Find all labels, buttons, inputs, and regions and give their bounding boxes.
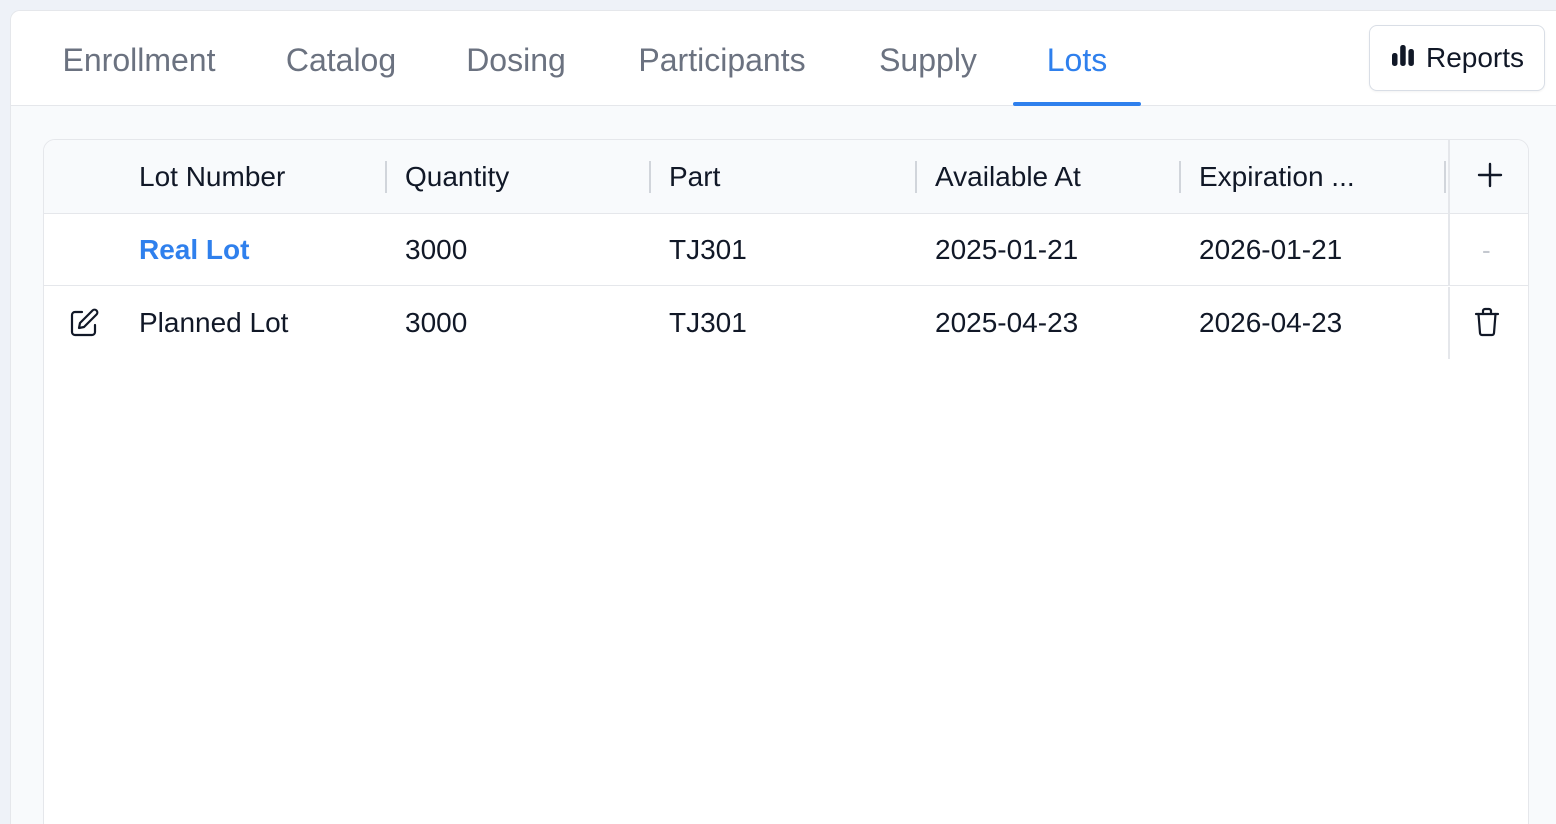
- column-header-part[interactable]: Part: [669, 140, 720, 214]
- tab-participants[interactable]: Participants: [633, 11, 811, 106]
- edit-lot-button[interactable]: [66, 307, 102, 343]
- cell-quantity: 3000: [405, 307, 468, 338]
- reports-label: Reports: [1425, 42, 1525, 73]
- table-row: Planned Lot 3000 TJ301 2025-04-23 2026-0…: [44, 287, 1528, 359]
- cell-lot-number: Planned Lot: [139, 307, 289, 338]
- column-resize-handle[interactable]: [649, 161, 651, 193]
- tab-dosing[interactable]: Dosing: [463, 11, 569, 106]
- cell-available-at: 2025-01-21: [935, 234, 1079, 265]
- reports-button[interactable]: Reports: [1369, 25, 1545, 91]
- trash-icon: [1473, 307, 1501, 342]
- column-resize-handle[interactable]: [1444, 161, 1446, 193]
- column-resize-handle[interactable]: [915, 161, 917, 193]
- app-frame: Enrollment Catalog Dosing Participants S…: [10, 10, 1556, 824]
- pinned-column-divider: [1448, 287, 1450, 359]
- lots-table: Lot Number Quantity Part Available At Ex…: [43, 139, 1529, 824]
- column-header-lot-number[interactable]: Lot Number: [139, 140, 285, 214]
- lot-number-link[interactable]: Real Lot: [139, 214, 249, 286]
- cell-expiration: 2026-01-21: [1199, 234, 1343, 265]
- column-resize-handle[interactable]: [1179, 161, 1181, 193]
- cell-part: TJ301: [669, 307, 747, 338]
- table-header: Lot Number Quantity Part Available At Ex…: [44, 140, 1528, 214]
- tab-catalog[interactable]: Catalog: [283, 11, 399, 106]
- pinned-column-divider: [1448, 214, 1450, 286]
- tab-supply[interactable]: Supply: [875, 11, 981, 106]
- add-lot-button[interactable]: [1450, 140, 1528, 214]
- table-row: Real Lot 3000 TJ301 2025-01-21 2026-01-2…: [44, 214, 1528, 286]
- column-header-available-at[interactable]: Available At: [935, 140, 1081, 214]
- tab-enrollment[interactable]: Enrollment: [59, 11, 219, 106]
- column-header-quantity[interactable]: Quantity: [405, 140, 509, 214]
- cell-expiration: 2026-04-23: [1199, 307, 1343, 338]
- edit-icon: [68, 307, 100, 344]
- bar-chart-icon: [1390, 42, 1416, 75]
- delete-lot-button[interactable]: [1470, 307, 1504, 341]
- column-header-expiration[interactable]: Expiration ...: [1199, 140, 1355, 214]
- cell-quantity: 3000: [405, 234, 468, 265]
- cell-part: TJ301: [669, 234, 747, 265]
- cell-available-at: 2025-04-23: [935, 307, 1079, 338]
- tab-bar: Enrollment Catalog Dosing Participants S…: [11, 11, 1556, 106]
- plus-icon: [1477, 162, 1503, 193]
- column-resize-handle[interactable]: [385, 161, 387, 193]
- no-action-placeholder: -: [1482, 234, 1491, 265]
- tab-lots[interactable]: Lots: [1013, 11, 1141, 106]
